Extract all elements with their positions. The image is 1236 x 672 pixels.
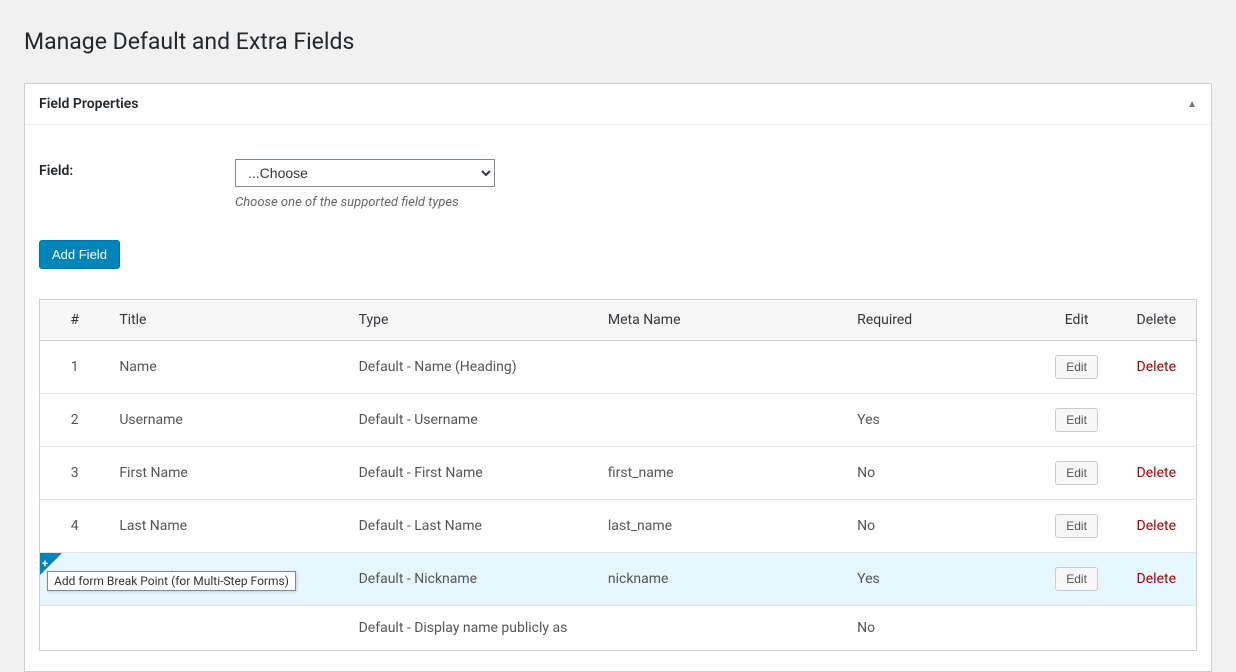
row-meta: last_name [598, 500, 847, 553]
row-type: Default - Last Name [349, 500, 598, 553]
row-meta [598, 606, 847, 651]
table-row: 3First NameDefault - First Namefirst_nam… [40, 447, 1197, 500]
row-required: No [847, 606, 1036, 651]
row-delete-cell: Delete [1117, 500, 1197, 553]
row-delete-cell: Delete [1117, 341, 1197, 394]
table-row: Default - Display name publicly as No [40, 606, 1197, 651]
row-meta: nickname [598, 553, 847, 606]
row-meta: first_name [598, 447, 847, 500]
delete-link[interactable]: Delete [1137, 518, 1176, 534]
row-type: Default - Name (Heading) [349, 341, 598, 394]
row-delete-cell: Delete [1117, 553, 1197, 606]
row-type: Default - Nickname [349, 553, 598, 606]
field-label: Field: [39, 159, 235, 179]
row-num: 2 [40, 394, 110, 447]
fields-table: # Title Type Meta Name Required Edit Del… [39, 299, 1197, 651]
th-required: Required [847, 300, 1036, 341]
breakpoint-tooltip: Add form Break Point (for Multi-Step For… [47, 571, 296, 591]
panel-toggle-icon[interactable]: ▲ [1187, 99, 1197, 110]
row-delete-cell [1117, 394, 1197, 447]
th-meta: Meta Name [598, 300, 847, 341]
row-meta [598, 341, 847, 394]
delete-link[interactable]: Delete [1137, 359, 1176, 375]
table-row: 4Last NameDefault - Last Namelast_nameNo… [40, 500, 1197, 553]
edit-button[interactable]: Edit [1055, 408, 1098, 432]
row-title: Name [109, 341, 348, 394]
row-title: First Name [109, 447, 348, 500]
row-edit-cell: Edit [1037, 553, 1117, 606]
row-num [40, 606, 110, 651]
page-title: Manage Default and Extra Fields [24, 28, 1212, 55]
row-type: Default - First Name [349, 447, 598, 500]
row-required: No [847, 500, 1036, 553]
th-title: Title [109, 300, 348, 341]
th-type: Type [349, 300, 598, 341]
row-required: No [847, 447, 1036, 500]
row-type: Default - Username [349, 394, 598, 447]
delete-link[interactable]: Delete [1137, 571, 1176, 587]
delete-link[interactable]: Delete [1137, 465, 1176, 481]
th-num: # [40, 300, 110, 341]
row-delete-cell [1117, 606, 1197, 651]
field-type-select[interactable]: ...Choose [235, 159, 495, 187]
panel-heading: Field Properties [39, 96, 138, 112]
row-title: Last Name [109, 500, 348, 553]
row-delete-cell: Delete [1117, 447, 1197, 500]
row-num: 3 [40, 447, 110, 500]
row-num: 1 [40, 341, 110, 394]
row-required: Yes [847, 394, 1036, 447]
row-title [109, 606, 348, 651]
table-row: 2UsernameDefault - Username Yes Edit [40, 394, 1197, 447]
row-edit-cell [1037, 606, 1117, 651]
row-meta [598, 394, 847, 447]
edit-button[interactable]: Edit [1055, 355, 1098, 379]
add-field-button[interactable]: Add Field [39, 240, 120, 269]
row-title: Username [109, 394, 348, 447]
row-edit-cell: Edit [1037, 341, 1117, 394]
row-num: 4 [40, 500, 110, 553]
field-help-text: Choose one of the supported field types [235, 195, 1197, 210]
edit-button[interactable]: Edit [1055, 461, 1098, 485]
row-edit-cell: Edit [1037, 447, 1117, 500]
row-edit-cell: Edit [1037, 500, 1117, 553]
row-required: Yes [847, 553, 1036, 606]
row-type: Default - Display name publicly as [349, 606, 598, 651]
edit-button[interactable]: Edit [1055, 514, 1098, 538]
row-required [847, 341, 1036, 394]
row-edit-cell: Edit [1037, 394, 1117, 447]
th-edit: Edit [1037, 300, 1117, 341]
th-delete: Delete [1117, 300, 1197, 341]
edit-button[interactable]: Edit [1055, 567, 1098, 591]
table-row: 1NameDefault - Name (Heading) Edit Delete [40, 341, 1197, 394]
